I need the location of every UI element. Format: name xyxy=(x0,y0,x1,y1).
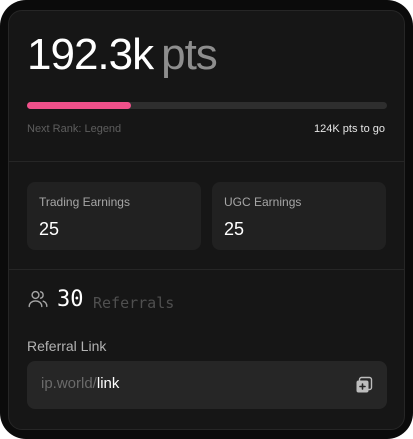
next-rank-label: Next Rank: Legend xyxy=(27,123,122,135)
referral-link-path: link xyxy=(96,375,120,392)
points-remaining: 124K pts to go xyxy=(314,123,385,135)
ugc-earnings-value: 25 xyxy=(224,219,245,239)
referrals-label: Referrals xyxy=(93,294,175,312)
referral-link-field[interactable]: ip.world/link xyxy=(27,361,387,409)
points-total: 192.3k pts xyxy=(27,30,218,79)
trading-earnings-label: Trading Earnings xyxy=(39,195,130,209)
divider xyxy=(9,269,404,270)
rank-progress-fill xyxy=(27,102,132,109)
points-unit: pts xyxy=(161,30,218,79)
ugc-earnings-card: UGC Earnings 25 xyxy=(212,182,386,250)
users-icon xyxy=(28,290,48,308)
referral-link-title: Referral Link xyxy=(27,338,107,354)
referral-count: 30 xyxy=(57,287,84,312)
referral-link-prefix: ip.world/ xyxy=(41,375,97,392)
rank-progress-bar xyxy=(27,102,387,109)
widget-frame: 192.3k pts Next Rank: Legend 124K pts to … xyxy=(0,0,413,439)
referral-link-text: ip.world/link xyxy=(41,375,119,392)
points-card: 192.3k pts Next Rank: Legend 124K pts to … xyxy=(8,10,405,430)
points-value: 192.3k xyxy=(27,30,154,79)
divider xyxy=(9,161,404,162)
trading-earnings-value: 25 xyxy=(39,219,60,239)
ugc-earnings-label: UGC Earnings xyxy=(224,195,302,209)
trading-earnings-card: Trading Earnings 25 xyxy=(27,182,201,250)
copy-icon[interactable] xyxy=(355,376,373,394)
